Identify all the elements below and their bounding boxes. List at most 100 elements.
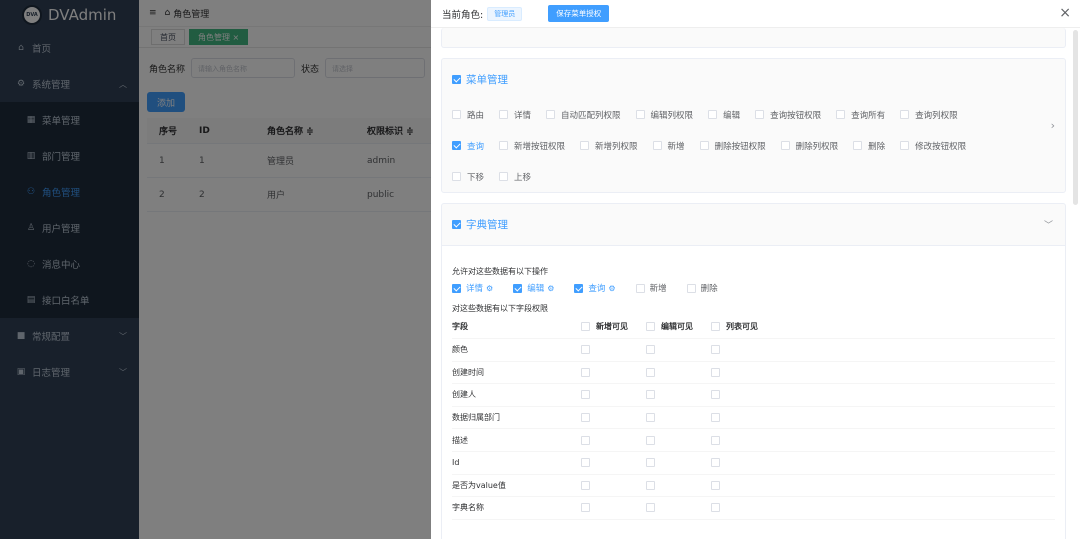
field-edit-cell bbox=[646, 367, 711, 377]
create-visible-all-checkbox[interactable] bbox=[581, 322, 590, 331]
perm-item[interactable]: 编辑 bbox=[708, 109, 740, 121]
perm-item[interactable]: 查询按钮权限 bbox=[755, 109, 821, 121]
perm-item[interactable]: 编辑列权限 bbox=[635, 109, 693, 121]
perm-checkbox[interactable] bbox=[580, 141, 590, 150]
op-item[interactable]: 查询 ⚙ bbox=[574, 282, 616, 294]
op-checkbox[interactable] bbox=[513, 283, 523, 293]
perm-checkbox[interactable] bbox=[836, 110, 846, 119]
op-checkbox[interactable] bbox=[635, 283, 645, 293]
perm-checkbox[interactable] bbox=[900, 141, 910, 150]
ops-label: 允许对这些数据有以下操作 bbox=[452, 267, 548, 276]
op-checkbox[interactable] bbox=[686, 283, 696, 293]
chevron-down-icon[interactable]: ﹀ bbox=[1044, 218, 1053, 231]
menu-mgmt-checkbox[interactable] bbox=[452, 74, 461, 84]
perm-item[interactable]: 下移 bbox=[452, 171, 484, 183]
field-edit-checkbox[interactable] bbox=[646, 367, 655, 377]
perm-item[interactable]: 上移 bbox=[499, 171, 531, 183]
field-edit-checkbox[interactable] bbox=[646, 390, 655, 400]
perm-item[interactable]: 删除按钮权限 bbox=[699, 140, 766, 152]
field-create-checkbox[interactable] bbox=[581, 480, 590, 490]
op-checkbox[interactable] bbox=[574, 283, 584, 293]
perm-item[interactable]: 新增按钮权限 bbox=[499, 140, 565, 152]
field-list-checkbox[interactable] bbox=[711, 390, 720, 400]
field-name: 字典名称 bbox=[452, 503, 484, 513]
perm-item[interactable]: 修改按钮权限 bbox=[900, 140, 966, 152]
perm-checkbox[interactable] bbox=[546, 110, 556, 119]
field-edit-checkbox[interactable] bbox=[646, 480, 655, 490]
field-list-checkbox[interactable] bbox=[711, 458, 720, 468]
chevron-right-icon[interactable]: › bbox=[1051, 119, 1055, 132]
field-list-checkbox[interactable] bbox=[711, 345, 720, 355]
gear-icon[interactable]: ⚙ bbox=[486, 284, 493, 293]
perm-item[interactable]: 删除 bbox=[853, 140, 885, 152]
gear-icon[interactable]: ⚙ bbox=[608, 284, 615, 293]
save-menu-permission-button[interactable]: 保存菜单授权 bbox=[548, 5, 610, 22]
list-visible-all-checkbox[interactable] bbox=[711, 322, 720, 331]
perm-checkbox[interactable] bbox=[699, 141, 709, 150]
col-edit[interactable]: 编辑可见 bbox=[646, 321, 711, 332]
perm-item[interactable]: 查询 bbox=[452, 140, 484, 152]
field-create-checkbox[interactable] bbox=[581, 345, 590, 355]
perm-item[interactable]: 新增列权限 bbox=[580, 140, 638, 152]
field-create-checkbox[interactable] bbox=[581, 367, 590, 377]
field-list-checkbox[interactable] bbox=[711, 435, 720, 445]
op-item[interactable]: 编辑 ⚙ bbox=[513, 282, 554, 294]
field-name: 颜色 bbox=[452, 345, 468, 355]
perm-item[interactable]: 新增 bbox=[652, 140, 685, 152]
field-edit-checkbox[interactable] bbox=[646, 458, 655, 468]
scrollbar[interactable] bbox=[1073, 30, 1078, 205]
field-edit-checkbox[interactable] bbox=[646, 345, 655, 355]
perm-checkbox[interactable] bbox=[755, 110, 765, 119]
perm-checkbox[interactable] bbox=[652, 141, 662, 150]
op-label: 新增 bbox=[649, 284, 667, 294]
edit-visible-all-checkbox[interactable] bbox=[646, 322, 655, 331]
perm-checkbox[interactable] bbox=[853, 141, 863, 150]
perm-checkbox[interactable] bbox=[452, 172, 461, 181]
field-edit-checkbox[interactable] bbox=[646, 435, 655, 445]
field-create-checkbox[interactable] bbox=[581, 413, 590, 423]
field-list-checkbox[interactable] bbox=[711, 480, 720, 490]
field-create-checkbox[interactable] bbox=[581, 435, 590, 445]
field-list-checkbox[interactable] bbox=[711, 413, 720, 423]
perm-checkbox[interactable] bbox=[780, 141, 790, 150]
field-name: 描述 bbox=[452, 435, 468, 445]
perm-checkbox[interactable] bbox=[452, 110, 461, 119]
menu-mgmt-header[interactable]: 菜单管理 bbox=[442, 59, 1065, 99]
perm-item[interactable]: 路由 bbox=[452, 109, 484, 121]
dict-mgmt-checkbox[interactable] bbox=[452, 220, 461, 229]
perm-item[interactable]: 查询列权限 bbox=[900, 109, 958, 121]
perm-item[interactable]: 自动匹配列权限 bbox=[546, 109, 621, 121]
col-list[interactable]: 列表可见 bbox=[711, 321, 776, 332]
field-row: 字典名称 bbox=[452, 497, 1055, 520]
field-create-checkbox[interactable] bbox=[581, 390, 590, 400]
field-create-checkbox[interactable] bbox=[581, 503, 590, 513]
field-create-checkbox[interactable] bbox=[581, 458, 590, 468]
perm-checkbox[interactable] bbox=[635, 110, 645, 119]
field-list-checkbox[interactable] bbox=[711, 367, 720, 377]
perm-checkbox[interactable] bbox=[499, 141, 509, 150]
perm-item[interactable]: 删除列权限 bbox=[780, 140, 838, 152]
op-item[interactable]: 新增 bbox=[635, 282, 667, 294]
field-edit-checkbox[interactable] bbox=[646, 503, 655, 513]
gear-icon[interactable]: ⚙ bbox=[547, 284, 554, 293]
op-item[interactable]: 删除 bbox=[686, 282, 718, 294]
perm-item[interactable]: 详情 bbox=[499, 109, 531, 121]
perm-checkbox[interactable] bbox=[499, 172, 509, 181]
op-item[interactable]: 详情 ⚙ bbox=[452, 282, 493, 294]
field-edit-checkbox[interactable] bbox=[646, 413, 655, 423]
col-create[interactable]: 新增可见 bbox=[581, 321, 646, 332]
menu-mgmt-card: 菜单管理 路由 详情 自动匹配列权限 编辑列权限 编辑 查询按钮权限 查询所有 查询列权限查询… bbox=[441, 58, 1066, 193]
close-icon[interactable]: × bbox=[1059, 5, 1071, 21]
dict-mgmt-header[interactable]: 字典管理 ﹀ bbox=[442, 204, 1065, 246]
perm-checkbox[interactable] bbox=[452, 141, 461, 150]
perm-item[interactable]: 查询所有 bbox=[836, 109, 885, 121]
field-list-checkbox[interactable] bbox=[711, 503, 720, 513]
op-checkbox[interactable] bbox=[452, 283, 461, 293]
perm-checkbox[interactable] bbox=[900, 110, 910, 119]
perm-checkbox[interactable] bbox=[708, 110, 718, 119]
field-name: 是否为value值 bbox=[452, 480, 506, 490]
perm-row: 查询 新增按钮权限 新增列权限 新增 删除按钮权限 删除列权限 删除 修改按钮权限 bbox=[442, 130, 1065, 161]
perm-label: 删除按钮权限 bbox=[714, 141, 766, 152]
perm-checkbox[interactable] bbox=[499, 110, 509, 119]
col-list-label: 列表可见 bbox=[726, 322, 758, 331]
